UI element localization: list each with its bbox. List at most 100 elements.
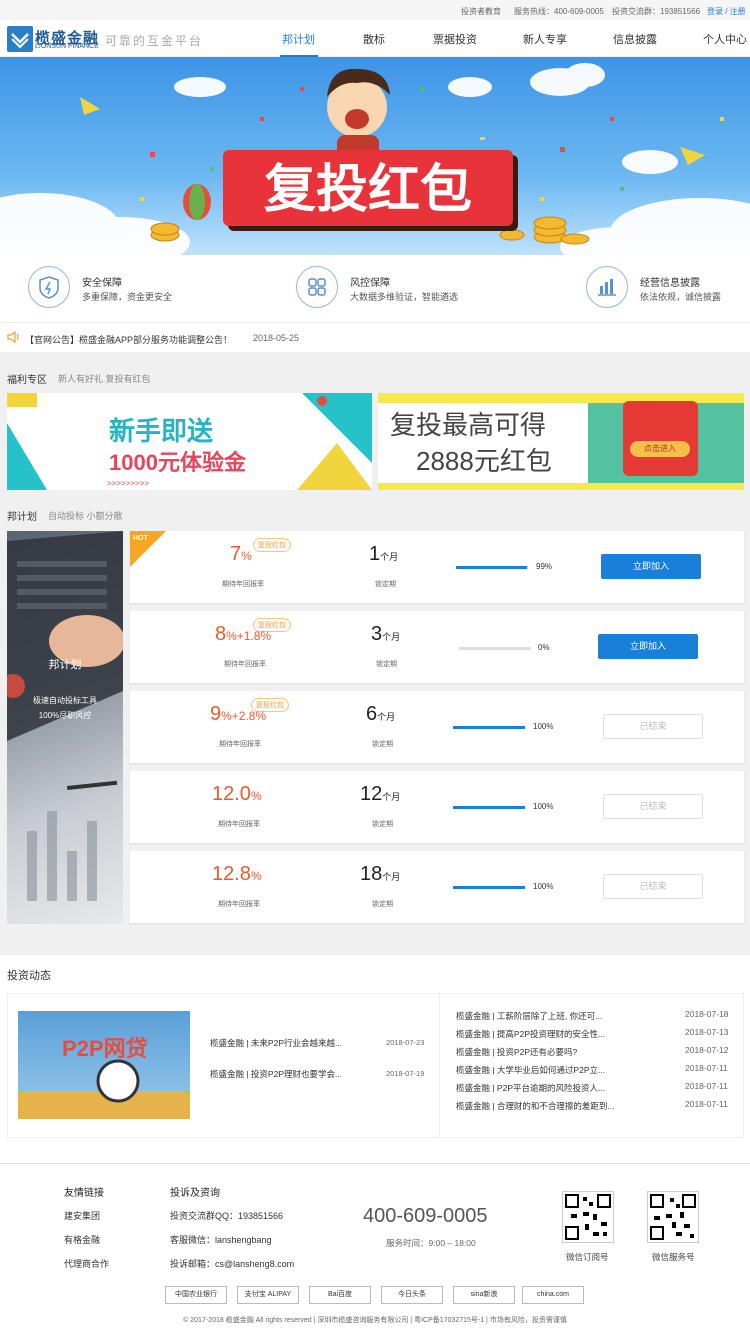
product-row[interactable]: 12.8% 期待年回报率 18个月 锁定期 100% 已结束 [130,851,744,923]
term-value: 1个月 [369,543,399,565]
logo-icon[interactable] [7,26,33,52]
group-text: 投资交流群：193851566 [612,7,701,16]
promo-reinvest-banner[interactable]: 复投最高可得 2888元红包 点击进入 [378,393,744,490]
top-bar: 投资者教育 服务热线：400-609-0005 投资交流群：193851566 … [0,0,750,20]
news-item[interactable]: 榄盛金融 | 投资P2P还有必要吗? [456,1046,577,1058]
hero-banner[interactable]: 复投红包 [0,57,750,255]
qr-code-icon [647,1191,699,1243]
abc-bank-badge[interactable]: 中国农业银行 [165,1286,227,1304]
qq-group-text: 投资交流群QQ：193851566 [170,1211,284,1221]
news-title: 投资动态 [7,970,51,982]
rate-label: 期待年回报率 [224,661,266,668]
promo2-line2: 2888元红包 [416,446,552,476]
news-item[interactable]: 榄盛金融 | 大学毕业后如何通过P2P立... [456,1064,605,1076]
sina-badge[interactable]: sina新浪 [453,1286,515,1304]
news-image[interactable]: P2P网贷 [18,1011,190,1119]
nav-newbie[interactable]: 新人专享 [523,31,567,47]
promo2-enter-button[interactable]: 点击进入 [630,441,690,457]
progress-percent: 99% [536,562,553,571]
news-panel: P2P网贷 榄盛金融 | 未来P2P行业会越来越... 2018-07-23 榄… [7,993,744,1138]
feature-desc-security: 多重保障，资金更安全 [82,292,173,302]
hot-badge-label: HOT [133,535,148,542]
toutiao-badge[interactable]: 今日头条 [381,1286,443,1304]
banner-title: 复投红包 [264,160,472,220]
footer-hours: 服务时间：9:00 – 18:00 [386,1238,476,1248]
promo-newbie-banner[interactable]: >>>>>>>>> 新手即送 1000元体验金 [7,393,372,490]
term-value: 3个月 [371,623,401,645]
news-item[interactable]: 榄盛金融 | P2P平台逾期的风险投资人... [456,1082,605,1094]
feature-desc-risk: 大数据多维验证，智能遴选 [350,292,459,302]
speaker-icon [7,330,21,345]
copyright: © 2017-2018 榄盛金融 All rights reserved | 深… [183,1317,567,1324]
news-image-text: P2P网贷 [62,1036,148,1061]
news-date: 2018-07-18 [685,1009,729,1019]
news-date: 2018-07-11 [685,1081,728,1091]
news-image-art [18,1059,190,1119]
news-date: 2018-07-11 [685,1099,728,1109]
progress-percent: 0% [538,643,550,652]
qr-code-icon [562,1191,614,1243]
feature-desc-disclosure: 依法依规，诚信披露 [640,292,722,302]
product-row[interactable]: HOT 复投红包 7% 期待年回报率 1个月 锁定期 99% 立即加入 [130,531,744,603]
friend-link[interactable]: 代理商合作 [64,1257,109,1270]
svg-text:>>>>>>>>>: >>>>>>>>> [107,479,149,488]
nav-loans[interactable]: 散标 [363,31,385,47]
hotline-text: 服务热线：400-609-0005 [514,7,604,16]
join-button[interactable]: 立即加入 [598,634,698,659]
news-date: 2018-07-19 [386,1069,425,1078]
progress-bar [456,566,528,569]
news-item[interactable]: 榄盛金融 | 未来P2P行业会越来越... [210,1037,342,1049]
term-label: 锁定期 [376,661,397,668]
investor-education-link[interactable]: 投资者教育 [461,6,501,17]
news-date: 2018-07-13 [685,1027,729,1037]
news-item[interactable]: 榄盛金融 | 提高P2P投资理财的安全性... [456,1028,605,1040]
login-register-link[interactable]: 登录 / 注册 [707,6,746,17]
nav-bills[interactable]: 票据投资 [433,31,477,47]
email-text: 投诉邮箱：cs@lansheng8.com [170,1259,295,1269]
laptop-illustration [7,531,123,901]
notice-bar: 【官网公告】榄盛金融APP部分服务功能调整公告！ 2018-05-25 [0,322,750,352]
rate-value: 9%+2.8% [210,703,267,725]
china-com-badge[interactable]: china.com [522,1286,584,1304]
qr1-label: 微信订阅号 [566,1252,609,1262]
slogan: 可靠的互金平台 [105,34,204,48]
term-label: 锁定期 [372,901,393,908]
finished-button[interactable]: 已结束 [603,714,703,739]
rate-value: 12.0% [212,783,262,805]
feature-title-risk: 风控保障 [350,278,390,289]
nav-account[interactable]: 个人中心 [703,31,747,47]
plan-subtitle: 自动投标 小额分散 [48,511,123,521]
product-row[interactable]: 复投红包 8%+1.8% 期待年回报率 3个月 锁定期 0% 立即加入 [130,611,744,683]
product-row[interactable]: 12.0% 期待年回报率 12个月 锁定期 100% 已结束 [130,771,744,843]
grid-icon [296,266,338,308]
finished-button[interactable]: 已结束 [603,874,703,899]
news-item[interactable]: 榄盛金融 | 工薪阶层除了上班, 你还可... [456,1010,602,1022]
news-item[interactable]: 榄盛金融 | 合理财的和不合理擦的差距到... [456,1100,615,1112]
red-envelope-icon [623,401,698,476]
news-item[interactable]: 榄盛金融 | 投资P2P理财也要学会... [210,1068,342,1080]
progress-bar [453,886,525,889]
feature-title-disclosure: 经营信息披露 [640,278,700,289]
alipay-badge[interactable]: 支付宝 ALIPAY [237,1286,299,1304]
term-label: 锁定期 [372,741,393,748]
baidu-badge[interactable]: Bai百度 [309,1286,371,1304]
progress-bar [453,806,525,809]
notice-link[interactable]: 【官网公告】榄盛金融APP部分服务功能调整公告！ [25,333,232,346]
welfare-subtitle: 新人有好礼 复投有红包 [58,374,151,384]
product-row[interactable]: 复投红包 9%+2.8% 期待年回报率 6个月 锁定期 100% 已结束 [130,691,744,763]
notice-date: 2018-05-25 [253,333,300,343]
features-bar: 安全保障 多重保障，资金更安全 风控保障 大数据多维验证，智能遴选 经营信息披露… [0,256,750,322]
news-date: 2018-07-12 [685,1045,729,1055]
progress-percent: 100% [533,802,554,811]
join-button[interactable]: 立即加入 [601,554,701,579]
nav-disclosure[interactable]: 信息披露 [613,31,657,47]
friend-links-title: 友情链接 [64,1188,104,1199]
term-value: 18个月 [360,863,401,885]
promo1-line2: 1000元体验金 [109,450,246,475]
progress-bar [453,726,525,729]
friend-link[interactable]: 建安集团 [64,1209,100,1222]
friend-link[interactable]: 有格金融 [64,1233,100,1246]
finished-button[interactable]: 已结束 [603,794,703,819]
shield-icon [28,266,70,308]
nav-plan[interactable]: 邦计划 [282,31,315,47]
